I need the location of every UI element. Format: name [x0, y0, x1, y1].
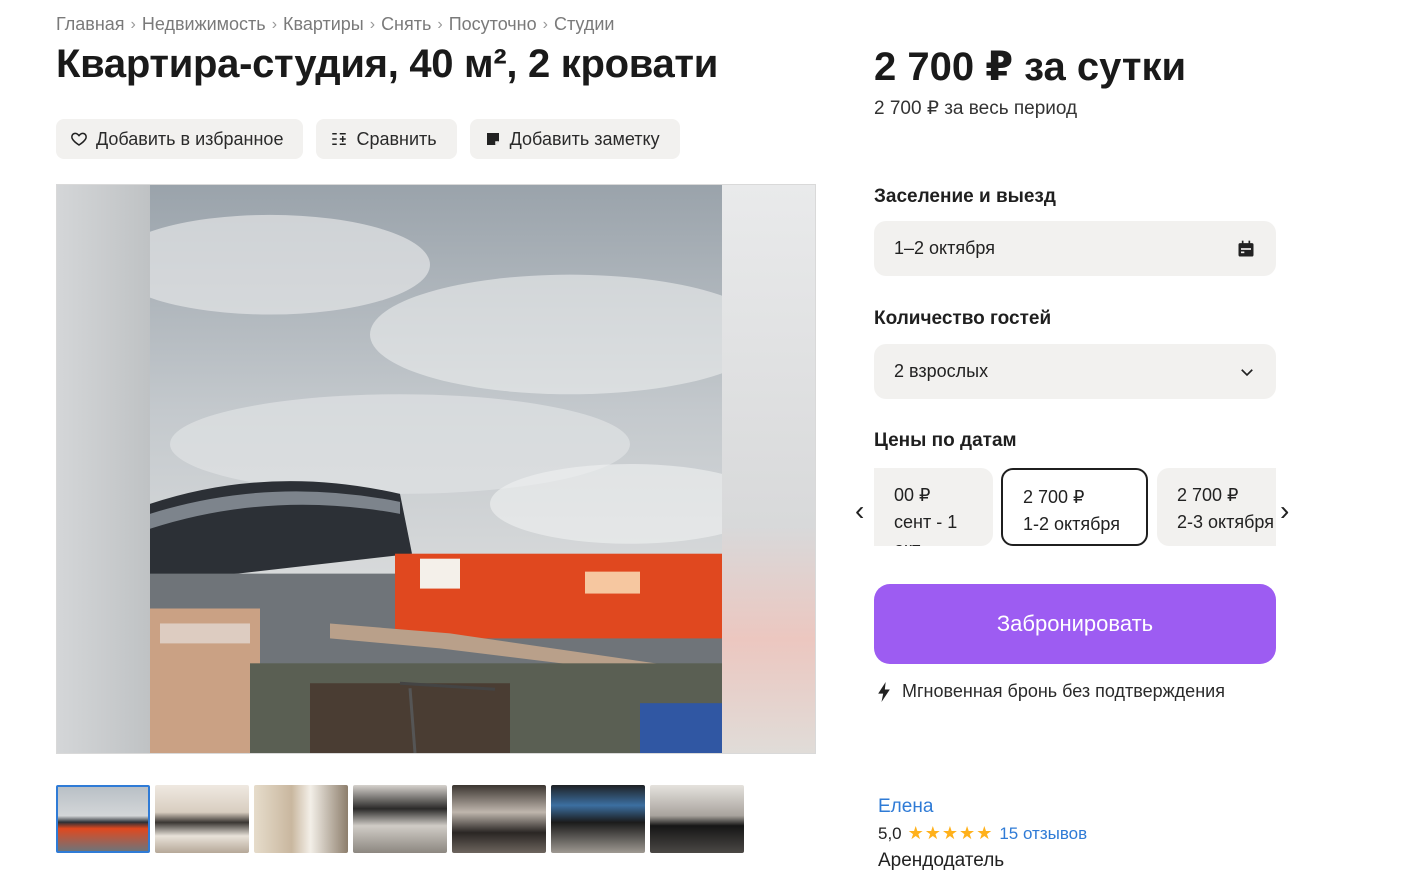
add-note-label: Добавить заметку	[509, 128, 660, 149]
gallery-blur-right	[722, 185, 815, 753]
seller-rating: 5,0 ★★★★★ 15 отзывов	[878, 823, 1087, 844]
thumbnail-4[interactable]	[353, 785, 447, 853]
heart-icon	[71, 132, 87, 146]
price-total-period: 2 700 ₽ за весь период	[874, 98, 1078, 119]
date-option-price: 00 ₽	[894, 485, 931, 505]
date-option-selected[interactable]: 2 700 ₽ 1-2 октября	[1001, 468, 1148, 546]
breadcrumb-home[interactable]: Главная	[56, 14, 125, 35]
price-per-day: 2 700 ₽ за сутки	[874, 45, 1187, 89]
chevron-right-icon: ›	[369, 15, 376, 33]
compare-icon	[332, 133, 347, 145]
date-option-price: 2 700 ₽	[1023, 487, 1085, 507]
dates-value: 1–2 октября	[894, 238, 995, 258]
rating-value: 5,0	[878, 823, 902, 843]
note-icon	[486, 133, 499, 145]
dates-label: Заселение и выезд	[874, 186, 1056, 207]
thumbnail-2[interactable]	[155, 785, 249, 853]
breadcrumb-apartments[interactable]: Квартиры	[283, 14, 364, 35]
listing-actions: Добавить в избранное Сравнить Добавить з…	[56, 119, 680, 159]
date-option-price: 2 700 ₽	[1177, 485, 1239, 505]
date-option-range: сент - 1 окт	[894, 512, 958, 546]
chevron-right-icon: ›	[271, 15, 278, 33]
lightning-icon	[878, 681, 890, 702]
prices-by-date-label: Цены по датам	[874, 430, 1017, 451]
book-button[interactable]: Забронировать	[874, 584, 1276, 664]
date-price-carousel: 00 ₽ сент - 1 окт 2 700 ₽ 1-2 октября 2 …	[874, 468, 1276, 546]
date-option-range: 1-2 октября	[1023, 514, 1120, 534]
breadcrumb-rent[interactable]: Снять	[381, 14, 431, 35]
dates-field[interactable]: 1–2 октября	[874, 221, 1276, 276]
chevron-right-icon[interactable]: ›	[1280, 495, 1289, 527]
thumbnail-7[interactable]	[650, 785, 744, 853]
breadcrumb-studios[interactable]: Студии	[554, 14, 614, 35]
compare-button[interactable]: Сравнить	[316, 119, 457, 159]
page-title: Квартира-студия, 40 м², 2 кровати	[56, 42, 719, 86]
breadcrumb: Главная › Недвижимость › Квартиры › Снят…	[56, 14, 614, 35]
thumbnail-1[interactable]	[56, 785, 150, 853]
date-option[interactable]: 00 ₽ сент - 1 окт	[874, 468, 993, 546]
star-icon: ★★★★★	[907, 823, 994, 843]
guests-value: 2 взрослых	[894, 361, 989, 381]
chevron-right-icon: ›	[130, 15, 136, 33]
instant-booking-text: Мгновенная бронь без подтверждения	[902, 681, 1225, 701]
gallery-blur-left	[57, 185, 150, 753]
add-favorite-button[interactable]: Добавить в избранное	[56, 119, 304, 159]
thumbnail-6[interactable]	[551, 785, 645, 853]
thumbnail-5[interactable]	[452, 785, 546, 853]
breadcrumb-daily[interactable]: Посуточно	[449, 14, 537, 35]
guests-select[interactable]: 2 взрослых	[874, 344, 1276, 399]
photo-thumbnails	[56, 785, 744, 853]
instant-booking-note: Мгновенная бронь без подтверждения	[876, 681, 1225, 702]
guests-label: Количество гостей	[874, 308, 1052, 329]
chevron-down-icon	[1241, 368, 1253, 376]
chevron-right-icon: ›	[437, 15, 443, 33]
main-photo[interactable]	[150, 185, 724, 753]
chevron-right-icon: ›	[542, 15, 548, 33]
add-note-button[interactable]: Добавить заметку	[469, 119, 680, 159]
thumbnail-3[interactable]	[254, 785, 348, 853]
date-option[interactable]: 2 700 ₽ 2-3 октября	[1157, 468, 1276, 546]
breadcrumb-realty[interactable]: Недвижимость	[142, 14, 266, 35]
chevron-left-icon[interactable]: ‹	[855, 495, 864, 527]
calendar-icon	[1238, 240, 1254, 256]
seller-role: Арендодатель	[878, 850, 1005, 871]
seller-name-link[interactable]: Елена	[878, 796, 933, 818]
compare-label: Сравнить	[356, 128, 437, 149]
add-favorite-label: Добавить в избранное	[96, 128, 284, 149]
reviews-link[interactable]: 15 отзывов	[999, 824, 1087, 844]
photo-gallery[interactable]	[56, 184, 816, 754]
date-option-range: 2-3 октября	[1177, 512, 1274, 532]
